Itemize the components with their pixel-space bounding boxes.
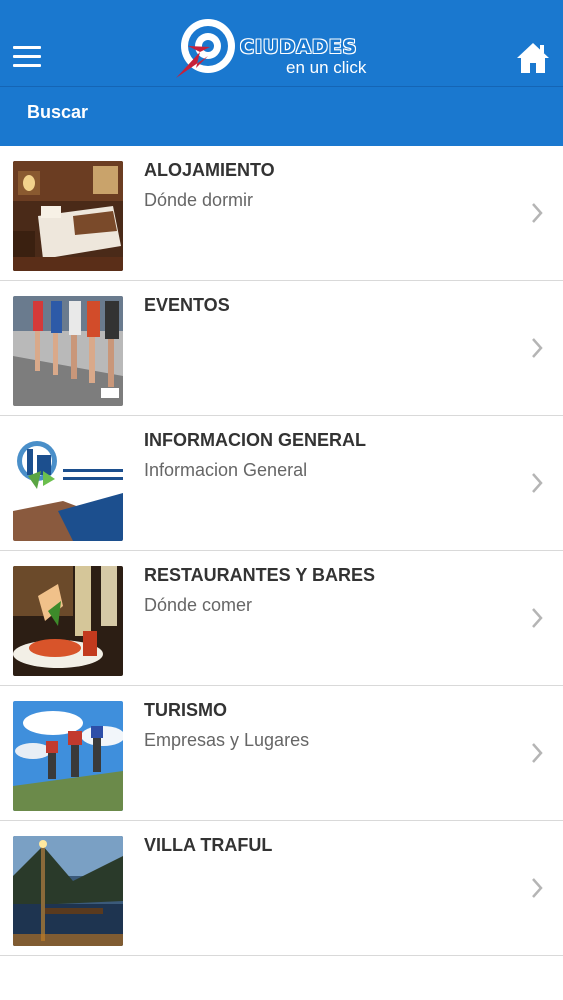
hamburger-menu-icon[interactable] bbox=[13, 46, 41, 68]
item-title: EVENTOS bbox=[144, 295, 230, 315]
chevron-right-icon bbox=[532, 608, 543, 628]
item-subtitle: Informacion General bbox=[144, 460, 308, 480]
item-subtitle: Dónde comer bbox=[144, 595, 253, 615]
category-list: ALOJAMIENTO Dónde dormir EVENTOS INFORMA… bbox=[0, 146, 563, 956]
item-title: TURISMO bbox=[144, 700, 227, 720]
item-title: RESTAURANTES Y BARES bbox=[144, 565, 376, 585]
food-drinks-photo bbox=[13, 566, 123, 676]
runners-photo bbox=[13, 296, 123, 406]
list-item-informacion-general[interactable]: INFORMACION GENERAL Informacion General bbox=[0, 416, 563, 551]
chevron-right-icon bbox=[532, 338, 543, 358]
search-bar[interactable]: Buscar bbox=[0, 87, 563, 146]
chevron-right-icon bbox=[532, 473, 543, 493]
search-label[interactable]: Buscar bbox=[27, 102, 88, 123]
chevron-right-icon bbox=[532, 203, 543, 223]
list-item-restaurantes[interactable]: RESTAURANTES Y BARES Dónde comer bbox=[0, 551, 563, 686]
list-item-turismo[interactable]: TURISMO Empresas y Lugares bbox=[0, 686, 563, 821]
logo-subtitle: en un click bbox=[286, 58, 367, 77]
item-title: ALOJAMIENTO bbox=[144, 160, 275, 180]
logo-title: CIUDADES bbox=[240, 36, 358, 58]
item-subtitle: Empresas y Lugares bbox=[144, 730, 310, 750]
item-title: VILLA TRAFUL bbox=[144, 835, 273, 855]
list-item-eventos[interactable]: EVENTOS bbox=[0, 281, 563, 416]
lake-pier-photo bbox=[13, 836, 123, 946]
item-subtitle: Dónde dormir bbox=[144, 190, 254, 210]
logo-target-icon bbox=[176, 19, 235, 78]
chevron-right-icon bbox=[532, 743, 543, 763]
hotel-room-photo bbox=[13, 161, 123, 271]
list-item-villa-traful[interactable]: VILLA TRAFUL bbox=[0, 821, 563, 956]
item-title: INFORMACION GENERAL bbox=[144, 430, 366, 450]
list-item-alojamiento[interactable]: ALOJAMIENTO Dónde dormir bbox=[0, 146, 563, 281]
hikers-photo bbox=[13, 701, 123, 811]
app-header: CIUDADES en un click bbox=[0, 0, 563, 87]
home-icon[interactable] bbox=[516, 41, 550, 75]
app-logo: CIUDADES en un click bbox=[170, 16, 380, 82]
informacion-general-photo bbox=[13, 431, 123, 541]
chevron-right-icon bbox=[532, 878, 543, 898]
